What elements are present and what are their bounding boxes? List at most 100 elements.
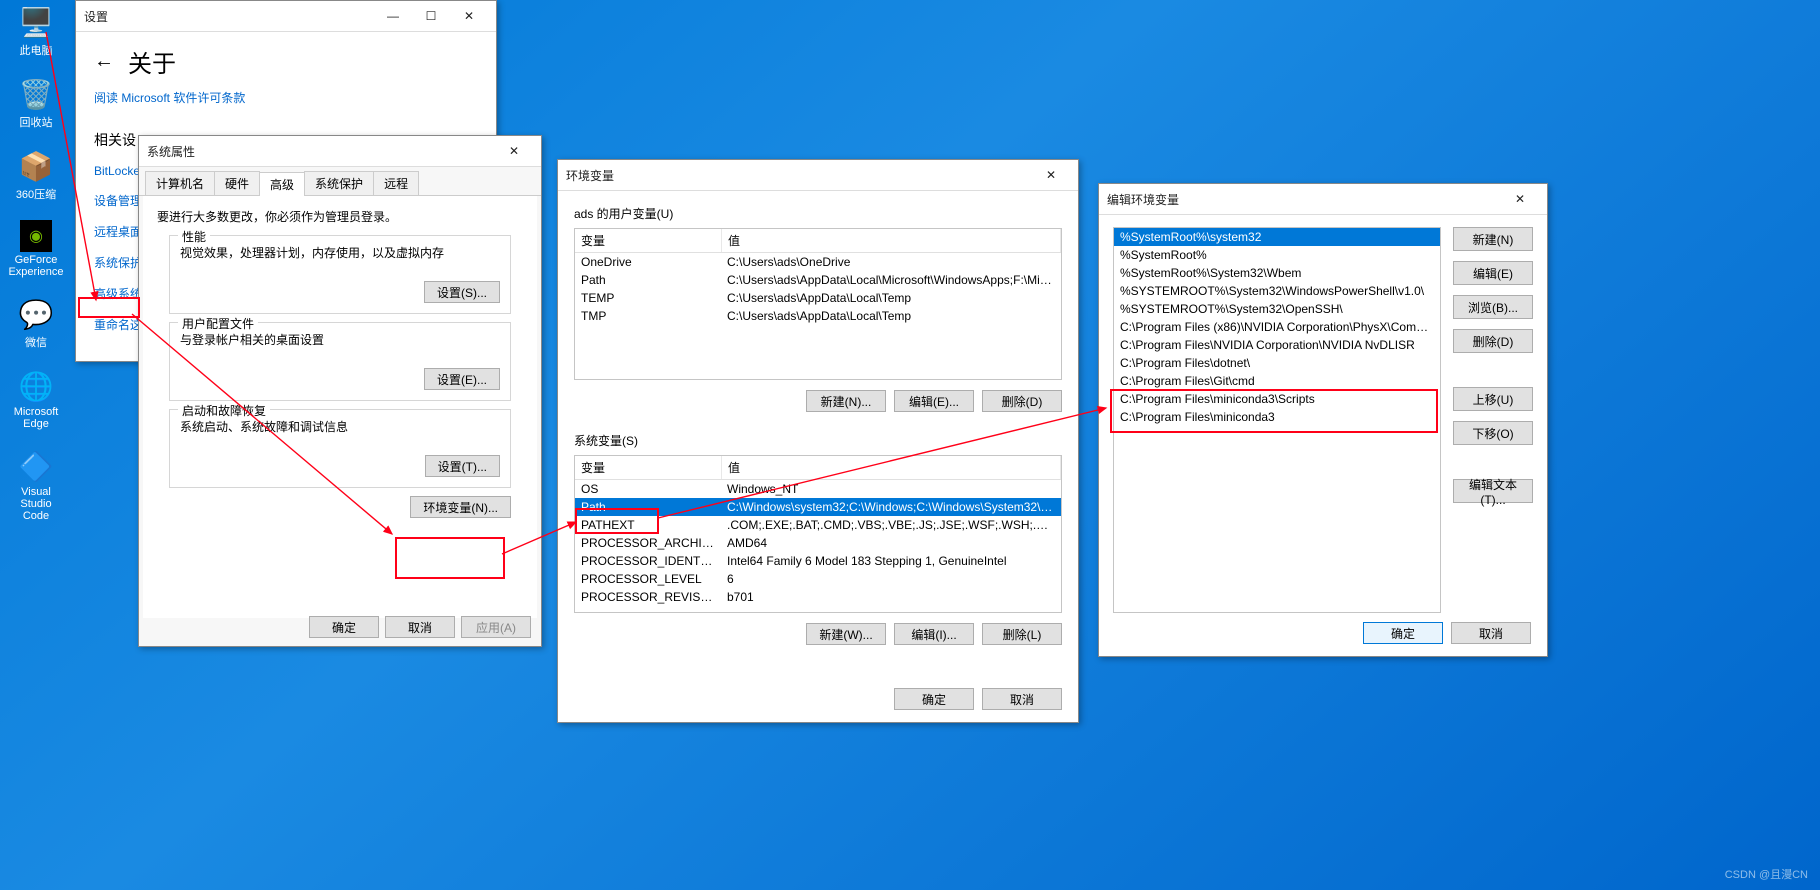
desktop-icon-geforce[interactable]: ◉GeForce Experience <box>6 220 66 278</box>
list-item[interactable]: C:\Program Files\miniconda3 <box>1114 408 1440 426</box>
path-entry: %SYSTEMROOT%\System32\WindowsPowerShell\… <box>1114 283 1440 299</box>
list-item[interactable]: %SystemRoot%\system32 <box>1114 228 1440 246</box>
env-cancel-button[interactable]: 取消 <box>982 688 1062 710</box>
list-item[interactable]: %SYSTEMROOT%\System32\WindowsPowerShell\… <box>1114 282 1440 300</box>
sys-delete-button[interactable]: 删除(L) <box>982 623 1062 645</box>
settings-titlebar: 设置 — ☐ ✕ <box>76 1 496 32</box>
list-item[interactable]: C:\Program Files\Git\cmd <box>1114 372 1440 390</box>
var-name: Path <box>575 499 721 515</box>
list-item[interactable]: %SystemRoot% <box>1114 246 1440 264</box>
path-entries-list[interactable]: %SystemRoot%\system32%SystemRoot%%System… <box>1113 227 1441 613</box>
table-row[interactable]: PROCESSOR_IDENTIFIERIntel64 Family 6 Mod… <box>575 552 1061 570</box>
var-value: .COM;.EXE;.BAT;.CMD;.VBS;.VBE;.JS;.JSE;.… <box>721 517 1061 533</box>
trash-icon: 🗑️ <box>18 76 54 112</box>
table-row[interactable]: PATHEXT.COM;.EXE;.BAT;.CMD;.VBS;.VBE;.JS… <box>575 516 1061 534</box>
env-titlebar: 环境变量 ✕ <box>558 160 1078 191</box>
sysprops-ok-button[interactable]: 确定 <box>309 616 379 638</box>
var-name: PATHEXT <box>575 517 721 533</box>
perf-desc: 视觉效果，处理器计划，内存使用，以及虚拟内存 <box>180 244 500 261</box>
sysprops-titlebar: 系统属性 ✕ <box>139 136 541 167</box>
desktop-icon-this-pc[interactable]: 🖥️此电脑 <box>6 4 66 58</box>
profile-desc: 与登录帐户相关的桌面设置 <box>180 331 500 348</box>
close-icon[interactable]: ✕ <box>1032 160 1070 190</box>
tab-system-protection[interactable]: 系统保护 <box>304 171 374 195</box>
entry-new-button[interactable]: 新建(N) <box>1453 227 1533 251</box>
license-link[interactable]: 阅读 Microsoft 软件许可条款 <box>94 89 478 106</box>
page-title: 关于 <box>128 44 176 79</box>
entry-up-button[interactable]: 上移(U) <box>1453 387 1533 411</box>
desktop-icon-recycle[interactable]: 🗑️回收站 <box>6 76 66 130</box>
list-item[interactable]: C:\Program Files (x86)\NVIDIA Corporatio… <box>1114 318 1440 336</box>
editenv-buttons: 新建(N) 编辑(E) 浏览(B)... 删除(D) 上移(U) 下移(O) 编… <box>1453 227 1533 613</box>
desktop-icon-edge[interactable]: 🌐Microsoft Edge <box>6 368 66 430</box>
env-ok-button[interactable]: 确定 <box>894 688 974 710</box>
profile-settings-button[interactable]: 设置(E)... <box>424 368 500 390</box>
table-row[interactable]: PathC:\Users\ads\AppData\Local\Microsoft… <box>575 271 1061 289</box>
var-name: TEMP <box>575 290 721 306</box>
minimize-icon[interactable]: — <box>374 1 412 31</box>
user-vars-list[interactable]: 变量值 OneDriveC:\Users\ads\OneDrivePathC:\… <box>574 228 1062 380</box>
path-entry: %SYSTEMROOT%\System32\OpenSSH\ <box>1114 301 1440 317</box>
sys-vars-list[interactable]: 变量值 OSWindows_NTPathC:\Windows\system32;… <box>574 455 1062 613</box>
user-vars-label: ads 的用户变量(U) <box>574 205 1062 222</box>
desktop-icons: 🖥️此电脑 🗑️回收站 📦360压缩 ◉GeForce Experience 💬… <box>6 4 66 522</box>
vscode-icon: 🔷 <box>18 448 54 484</box>
desktop-icon-wechat[interactable]: 💬微信 <box>6 296 66 350</box>
list-item[interactable]: C:\Program Files\dotnet\ <box>1114 354 1440 372</box>
sys-edit-button[interactable]: 编辑(I)... <box>894 623 974 645</box>
var-value: b701 <box>721 589 1061 605</box>
list-item[interactable]: %SystemRoot%\System32\Wbem <box>1114 264 1440 282</box>
path-entry: %SystemRoot% <box>1114 247 1440 263</box>
table-row[interactable]: PROCESSOR_REVISIONb701 <box>575 588 1061 606</box>
path-entry: C:\Program Files\miniconda3 <box>1114 409 1440 425</box>
wechat-icon: 💬 <box>18 296 54 332</box>
table-row[interactable]: PROCESSOR_LEVEL6 <box>575 570 1061 588</box>
list-item[interactable]: C:\Program Files\miniconda3\Scripts <box>1114 390 1440 408</box>
entry-delete-button[interactable]: 删除(D) <box>1453 329 1533 353</box>
sys-new-button[interactable]: 新建(W)... <box>806 623 886 645</box>
col-value: 值 <box>722 456 1061 479</box>
perf-settings-button[interactable]: 设置(S)... <box>424 281 500 303</box>
desktop-icon-360zip[interactable]: 📦360压缩 <box>6 148 66 202</box>
close-icon[interactable]: ✕ <box>1501 184 1539 214</box>
sysprops-cancel-button[interactable]: 取消 <box>385 616 455 638</box>
table-row[interactable]: PathC:\Windows\system32;C:\Windows;C:\Wi… <box>575 498 1061 516</box>
table-row[interactable]: OSWindows_NT <box>575 480 1061 498</box>
tab-computer-name[interactable]: 计算机名 <box>145 171 215 195</box>
sysprops-tabs: 计算机名 硬件 高级 系统保护 远程 <box>139 167 541 196</box>
desktop-icon-vscode[interactable]: 🔷Visual Studio Code <box>6 448 66 522</box>
back-icon[interactable]: ← <box>94 50 114 73</box>
path-entry: C:\Program Files\dotnet\ <box>1114 355 1440 371</box>
user-delete-button[interactable]: 删除(D) <box>982 390 1062 412</box>
var-value: 6 <box>721 571 1061 587</box>
editenv-cancel-button[interactable]: 取消 <box>1451 622 1531 644</box>
entry-browse-button[interactable]: 浏览(B)... <box>1453 295 1533 319</box>
entry-edit-text-button[interactable]: 编辑文本(T)... <box>1453 479 1533 503</box>
env-variables-button[interactable]: 环境变量(N)... <box>410 496 511 518</box>
user-new-button[interactable]: 新建(N)... <box>806 390 886 412</box>
close-icon[interactable]: ✕ <box>450 1 488 31</box>
startup-settings-button[interactable]: 设置(T)... <box>425 455 500 477</box>
list-item[interactable]: C:\Program Files\NVIDIA Corporation\NVID… <box>1114 336 1440 354</box>
nvidia-icon: ◉ <box>20 220 52 252</box>
editenv-titlebar: 编辑环境变量 ✕ <box>1099 184 1547 215</box>
table-row[interactable]: PROCESSOR_ARCHITECT...AMD64 <box>575 534 1061 552</box>
entry-edit-button[interactable]: 编辑(E) <box>1453 261 1533 285</box>
tab-remote[interactable]: 远程 <box>373 171 419 195</box>
list-item[interactable]: %SYSTEMROOT%\System32\OpenSSH\ <box>1114 300 1440 318</box>
maximize-icon[interactable]: ☐ <box>412 1 450 31</box>
path-entry: C:\Program Files\Git\cmd <box>1114 373 1440 389</box>
var-value: C:\Users\ads\AppData\Local\Temp <box>721 290 1061 306</box>
entry-down-button[interactable]: 下移(O) <box>1453 421 1533 445</box>
table-row[interactable]: TEMPC:\Users\ads\AppData\Local\Temp <box>575 289 1061 307</box>
tab-hardware[interactable]: 硬件 <box>214 171 260 195</box>
sysprops-apply-button[interactable]: 应用(A) <box>461 616 531 638</box>
close-icon[interactable]: ✕ <box>495 136 533 166</box>
table-row[interactable]: OneDriveC:\Users\ads\OneDrive <box>575 253 1061 271</box>
user-edit-button[interactable]: 编辑(E)... <box>894 390 974 412</box>
path-entry: C:\Program Files\miniconda3\Scripts <box>1114 391 1440 407</box>
col-variable: 变量 <box>575 229 722 252</box>
editenv-ok-button[interactable]: 确定 <box>1363 622 1443 644</box>
table-row[interactable]: TMPC:\Users\ads\AppData\Local\Temp <box>575 307 1061 325</box>
tab-advanced[interactable]: 高级 <box>259 172 305 196</box>
